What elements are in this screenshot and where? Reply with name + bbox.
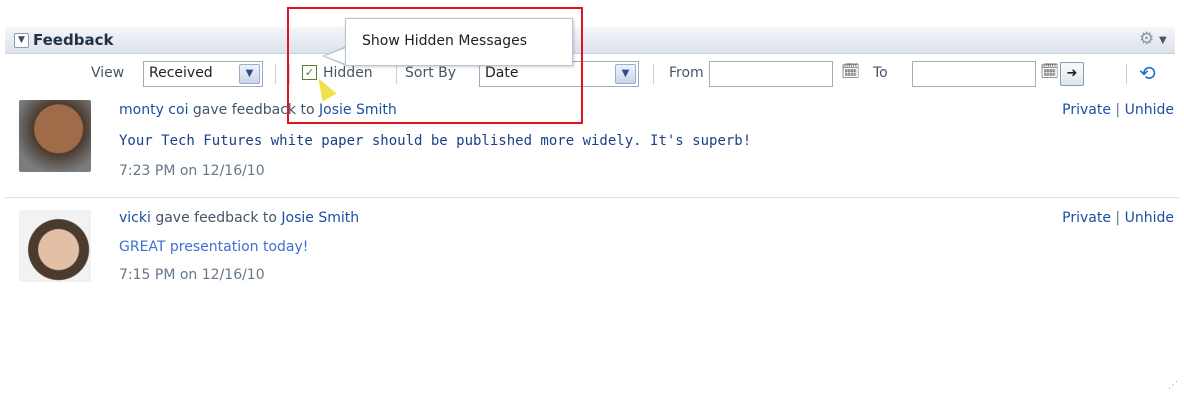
unhide-link[interactable]: Unhide (1125, 102, 1174, 118)
separator (275, 64, 276, 84)
feedback-header-line: vicki gave feedback to Josie Smith (119, 210, 359, 226)
avatar (19, 100, 91, 172)
avatar (19, 210, 91, 282)
feedback-time: 7:15 PM on 12/16/10 (119, 267, 265, 283)
feedback-message: Your Tech Futures white paper should be … (119, 133, 752, 149)
chevron-down-icon[interactable]: ▼ (239, 64, 260, 84)
author-link[interactable]: monty coi (119, 102, 188, 118)
separator (1126, 64, 1127, 84)
feedback-actions: Private | Unhide (1062, 102, 1174, 118)
feedback-header: ▼ Feedback ⚙ ▼ (5, 27, 1175, 54)
collapse-icon[interactable]: ▼ (14, 33, 29, 48)
divider (5, 197, 1179, 198)
gear-icon[interactable]: ⚙ (1139, 29, 1154, 49)
feedback-actions: Private | Unhide (1062, 210, 1174, 226)
view-label: View (91, 65, 125, 81)
unhide-link[interactable]: Unhide (1125, 210, 1174, 226)
action-text: gave feedback to (150, 210, 282, 226)
chevron-down-icon[interactable]: ▼ (615, 64, 636, 84)
resize-handle-icon[interactable]: ⋰ (1168, 380, 1178, 391)
view-select-value: Received (149, 65, 213, 81)
calendar-icon[interactable]: 🗓 (1040, 62, 1060, 82)
private-link[interactable]: Private (1062, 210, 1111, 226)
gear-menu-arrow-icon[interactable]: ▼ (1159, 35, 1167, 46)
to-date-input[interactable] (912, 61, 1036, 87)
arrow-right-icon: ➜ (1066, 66, 1078, 81)
calendar-icon[interactable]: 🗓 (841, 62, 861, 82)
author-link[interactable]: vicki (119, 210, 151, 226)
highlight-box (287, 7, 583, 124)
to-label: To (873, 65, 888, 81)
separator (653, 64, 654, 84)
private-link[interactable]: Private (1062, 102, 1111, 118)
separator: | (1110, 102, 1125, 118)
separator: | (1110, 210, 1125, 226)
feedback-toolbar: View Received ▼ ✓ Hidden Sort By Date ▼ … (0, 60, 1184, 90)
recipient-link[interactable]: Josie Smith (281, 210, 359, 226)
from-label: From (669, 65, 704, 81)
feedback-message: GREAT presentation today! (119, 239, 309, 255)
feedback-time: 7:23 PM on 12/16/10 (119, 163, 265, 179)
from-date-input[interactable] (709, 61, 833, 87)
view-select[interactable]: Received ▼ (143, 61, 263, 87)
refresh-icon[interactable]: ⟲ (1139, 61, 1156, 85)
go-button[interactable]: ➜ (1060, 62, 1084, 86)
panel-title: Feedback (33, 31, 114, 49)
